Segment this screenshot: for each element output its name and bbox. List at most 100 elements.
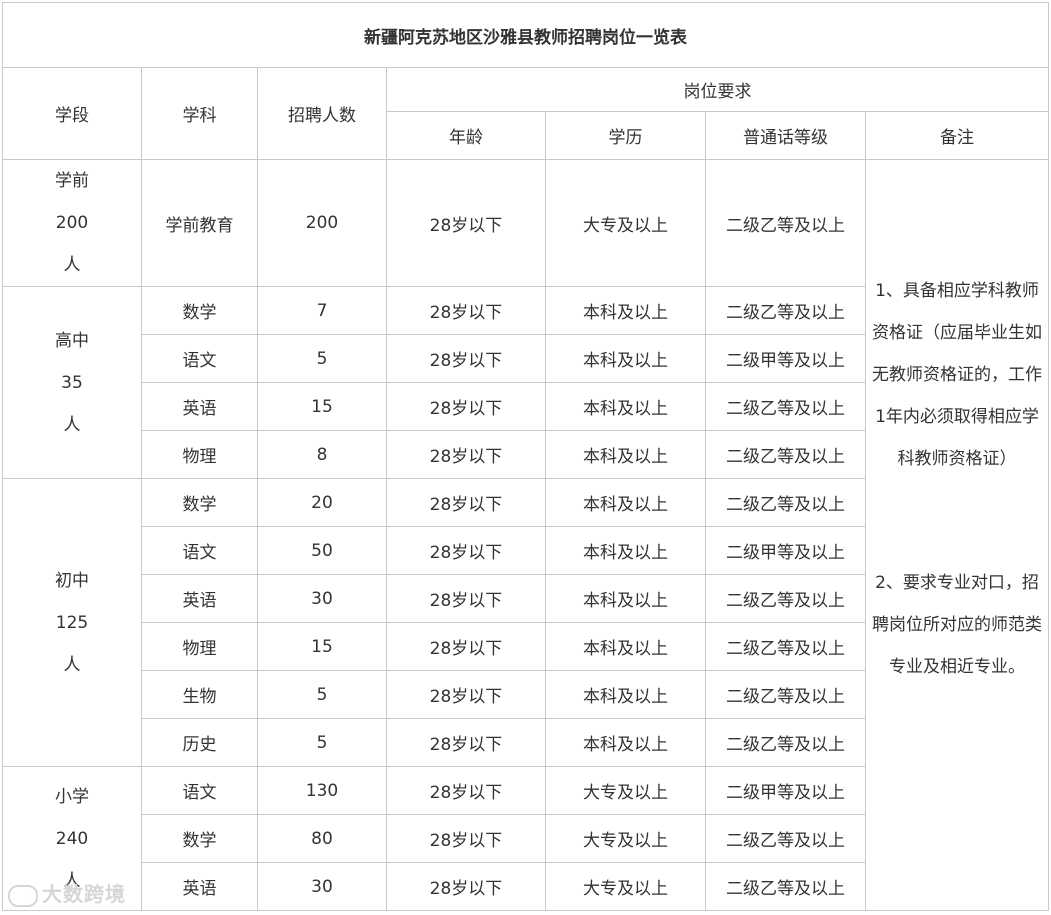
- remark-note-1-line: 资格证（应届毕业生如: [872, 323, 1043, 343]
- mandarin-cell: 二级甲等及以上: [705, 526, 866, 575]
- mandarin-cell: 二级乙等及以上: [705, 382, 866, 431]
- stage-cell: 高中 35 人: [2, 286, 142, 479]
- remark-note-2-line: 专业及相近专业。: [889, 657, 1026, 677]
- count-cell: 15: [257, 382, 387, 431]
- count-cell: 5: [257, 670, 387, 719]
- mandarin-cell: 二级乙等及以上: [705, 430, 866, 479]
- education-cell: 大专及以上: [545, 159, 706, 287]
- stage-cell: 学前 200 人: [2, 159, 142, 287]
- education-cell: 本科及以上: [545, 478, 706, 527]
- stage-total: 35: [61, 372, 83, 393]
- age-cell: 28岁以下: [386, 862, 546, 911]
- mandarin-cell: 二级乙等及以上: [705, 159, 866, 287]
- stage-total: 200: [55, 213, 89, 233]
- watermark-text: 大数跨境: [42, 882, 126, 906]
- subject-cell: 历史: [141, 718, 258, 767]
- watermark-logo-icon: [8, 884, 38, 907]
- age-cell: 28岁以下: [386, 718, 546, 767]
- count-cell: 80: [257, 814, 387, 863]
- education-cell: 大专及以上: [545, 814, 706, 863]
- mandarin-cell: 二级乙等及以上: [705, 478, 866, 527]
- header-stage: 学段: [2, 67, 142, 160]
- subject-cell: 英语: [141, 574, 258, 623]
- count-cell: 30: [257, 574, 387, 623]
- subject-cell: 英语: [141, 382, 258, 431]
- education-cell: 本科及以上: [545, 286, 706, 335]
- stage-unit: 人: [63, 654, 81, 675]
- stage-total: 125: [55, 612, 89, 633]
- count-cell: 8: [257, 430, 387, 479]
- table-title: 新疆阿克苏地区沙雅县教师招聘岗位一览表: [1, 2, 1050, 68]
- education-cell: 本科及以上: [545, 526, 706, 575]
- education-cell: 本科及以上: [545, 574, 706, 623]
- count-cell: 200: [257, 159, 387, 287]
- age-cell: 28岁以下: [386, 814, 546, 863]
- education-cell: 大专及以上: [545, 862, 706, 911]
- age-cell: 28岁以下: [386, 382, 546, 431]
- subject-cell: 学前教育: [141, 159, 258, 287]
- mandarin-cell: 二级乙等及以上: [705, 574, 866, 623]
- stage-total: 240: [55, 828, 89, 849]
- count-cell: 130: [257, 766, 387, 815]
- education-cell: 本科及以上: [545, 334, 706, 383]
- remark-note-2-line: 聘岗位所对应的师范类: [872, 615, 1043, 635]
- mandarin-cell: 二级乙等及以上: [705, 862, 866, 911]
- subject-cell: 语文: [141, 526, 258, 575]
- education-cell: 本科及以上: [545, 622, 706, 671]
- age-cell: 28岁以下: [386, 622, 546, 671]
- subject-cell: 数学: [141, 478, 258, 527]
- mandarin-cell: 二级乙等及以上: [705, 670, 866, 719]
- age-cell: 28岁以下: [386, 286, 546, 335]
- stage-name: 学前: [55, 171, 89, 191]
- watermark: 大数跨境: [8, 878, 126, 907]
- remark-note-1-line: 无教师资格证的，工作: [872, 365, 1043, 385]
- age-cell: 28岁以下: [386, 159, 546, 287]
- subject-cell: 物理: [141, 430, 258, 479]
- age-cell: 28岁以下: [386, 526, 546, 575]
- remarks-cell: 1、具备相应学科教师 资格证（应届毕业生如 无教师资格证的，工作 1年内必须取得相应学…: [864, 159, 1050, 911]
- mandarin-cell: 二级乙等及以上: [705, 286, 866, 335]
- count-cell: 50: [257, 526, 387, 575]
- remark-note-2-line: 2、要求专业对口，招: [875, 573, 1039, 593]
- mandarin-cell: 二级甲等及以上: [705, 334, 866, 383]
- header-age: 年龄: [386, 111, 546, 160]
- count-cell: 7: [257, 286, 387, 335]
- count-cell: 5: [257, 334, 387, 383]
- subject-cell: 语文: [141, 334, 258, 383]
- count-cell: 15: [257, 622, 387, 671]
- recruitment-table: 新疆阿克苏地区沙雅县教师招聘岗位一览表 学段 学科 招聘人数 岗位要求 年龄 学…: [1, 2, 1050, 911]
- education-cell: 本科及以上: [545, 382, 706, 431]
- age-cell: 28岁以下: [386, 478, 546, 527]
- header-mandarin: 普通话等级: [705, 111, 866, 160]
- header-subject: 学科: [141, 67, 258, 160]
- mandarin-cell: 二级乙等及以上: [705, 622, 866, 671]
- mandarin-cell: 二级乙等及以上: [705, 718, 866, 767]
- remark-note-1-line: 1、具备相应学科教师: [875, 281, 1039, 301]
- stage-name: 小学: [55, 786, 89, 807]
- education-cell: 本科及以上: [545, 670, 706, 719]
- stage-name: 初中: [55, 570, 89, 591]
- title-row: 新疆阿克苏地区沙雅县教师招聘岗位一览表: [1, 2, 1050, 68]
- age-cell: 28岁以下: [386, 766, 546, 815]
- header-requirements: 岗位要求: [385, 67, 1050, 112]
- header-row-1: 学段 学科 招聘人数 岗位要求: [2, 67, 1050, 160]
- header-count: 招聘人数: [257, 67, 387, 160]
- stage-unit: 人: [63, 255, 81, 275]
- age-cell: 28岁以下: [386, 574, 546, 623]
- education-cell: 大专及以上: [545, 766, 706, 815]
- mandarin-cell: 二级乙等及以上: [705, 814, 866, 863]
- remark-note-1-line: 1年内必须取得相应学: [875, 407, 1039, 427]
- subject-cell: 数学: [141, 286, 258, 335]
- age-cell: 28岁以下: [386, 334, 546, 383]
- stage-name: 高中: [55, 330, 89, 351]
- subject-cell: 物理: [141, 622, 258, 671]
- age-cell: 28岁以下: [386, 430, 546, 479]
- remark-note-1-line: 科教师资格证）: [897, 449, 1017, 469]
- subject-cell: 英语: [141, 862, 258, 911]
- subject-cell: 生物: [141, 670, 258, 719]
- header-remarks: 备注: [864, 111, 1050, 160]
- mandarin-cell: 二级甲等及以上: [705, 766, 866, 815]
- subject-cell: 语文: [141, 766, 258, 815]
- stage-cell: 初中 125 人: [2, 478, 142, 767]
- count-cell: 30: [257, 862, 387, 911]
